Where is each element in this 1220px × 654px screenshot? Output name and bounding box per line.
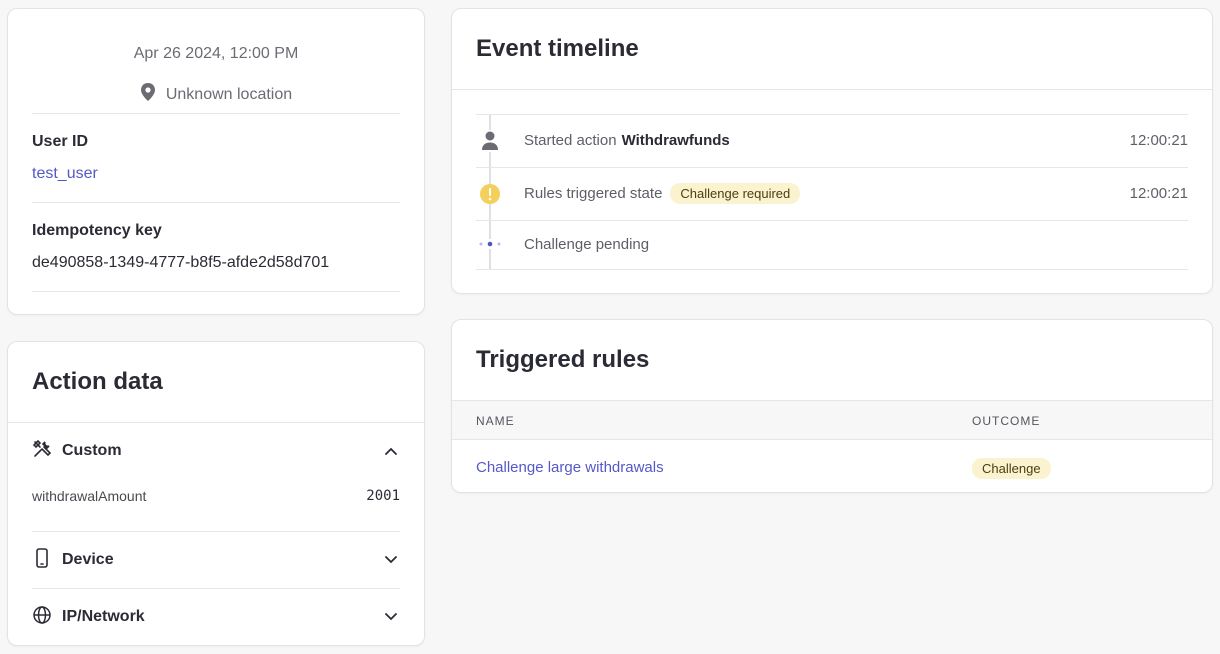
chevron-down-icon[interactable] <box>382 551 400 569</box>
tools-icon <box>32 439 52 464</box>
section-device-label: Device <box>62 551 114 568</box>
timeline-event-action: Withdrawfunds <box>621 132 730 149</box>
timeline-event-time: 12:00:21 <box>1129 185 1188 202</box>
globe-icon <box>32 605 52 630</box>
chevron-up-icon[interactable] <box>382 442 400 460</box>
location-row: Unknown location <box>8 83 424 106</box>
timeline-event: Rules triggered state Challenge required… <box>476 167 1188 220</box>
section-custom-label: Custom <box>62 442 122 459</box>
user-id-link[interactable]: test_user <box>32 165 98 183</box>
section-custom[interactable]: Custom <box>32 439 400 463</box>
triggered-rules-title: Triggered rules <box>476 346 650 373</box>
idempotency-key-label: Idempotency key <box>32 222 162 239</box>
divider <box>32 202 400 203</box>
timeline-event-prefix: Started action <box>524 132 617 149</box>
timeline-event: Started action Withdrawfunds 12:00:21 <box>476 114 1188 167</box>
column-header-outcome: OUTCOME <box>972 414 1041 428</box>
phone-icon <box>32 547 52 573</box>
action-data-card: Action data Custom withdrawalAmount 2001… <box>7 341 425 646</box>
table-header: NAME OUTCOME <box>452 400 1212 440</box>
timeline-event-text: Started action Withdrawfunds <box>524 132 730 149</box>
column-header-name: NAME <box>476 414 515 428</box>
divider <box>476 269 1188 270</box>
divider <box>452 89 1212 90</box>
section-device[interactable]: Device <box>32 547 400 573</box>
pending-dots-icon <box>476 239 504 249</box>
status-badge: Challenge required <box>670 183 801 204</box>
custom-field-key: withdrawalAmount <box>32 488 147 504</box>
divider <box>8 422 424 423</box>
custom-field-value: 2001 <box>366 488 400 504</box>
location-text: Unknown location <box>165 85 293 103</box>
user-id-label: User ID <box>32 133 89 150</box>
divider <box>32 588 400 589</box>
divider <box>32 291 400 292</box>
user-icon <box>476 129 504 152</box>
event-timeline-card: Event timeline Started action Withdrawfu… <box>451 8 1213 294</box>
timeline-event: Challenge pending <box>476 220 1188 268</box>
action-data-title: Action data <box>32 368 163 395</box>
event-timeline-title: Event timeline <box>476 35 639 62</box>
timeline-event-text: Challenge pending <box>524 236 649 253</box>
divider <box>32 113 400 114</box>
outcome-badge: Challenge <box>972 458 1051 479</box>
timeline-event-time: 12:00:21 <box>1129 132 1188 149</box>
timeline-event-prefix: Rules triggered state <box>524 185 663 202</box>
timeline-event-text: Rules triggered state Challenge required <box>524 183 801 204</box>
event-summary-card: Apr 26 2024, 12:00 PM Unknown location U… <box>7 8 425 315</box>
custom-field-row: withdrawalAmount 2001 <box>32 488 400 504</box>
rule-name-link[interactable]: Challenge large withdrawals <box>476 459 664 476</box>
location-pin-icon <box>140 83 156 106</box>
triggered-rules-card: Triggered rules NAME OUTCOME Challenge l… <box>451 319 1213 493</box>
warning-icon <box>476 183 504 205</box>
section-ip-network[interactable]: IP/Network <box>32 605 400 629</box>
event-datetime: Apr 26 2024, 12:00 PM <box>133 45 299 62</box>
chevron-down-icon[interactable] <box>382 608 400 626</box>
divider <box>32 531 400 532</box>
timeline-event-prefix: Challenge pending <box>524 235 650 253</box>
idempotency-key-value: de490858-1349-4777-b8f5-afde2d58d701 <box>32 254 330 271</box>
section-ip-network-label: IP/Network <box>62 608 145 625</box>
